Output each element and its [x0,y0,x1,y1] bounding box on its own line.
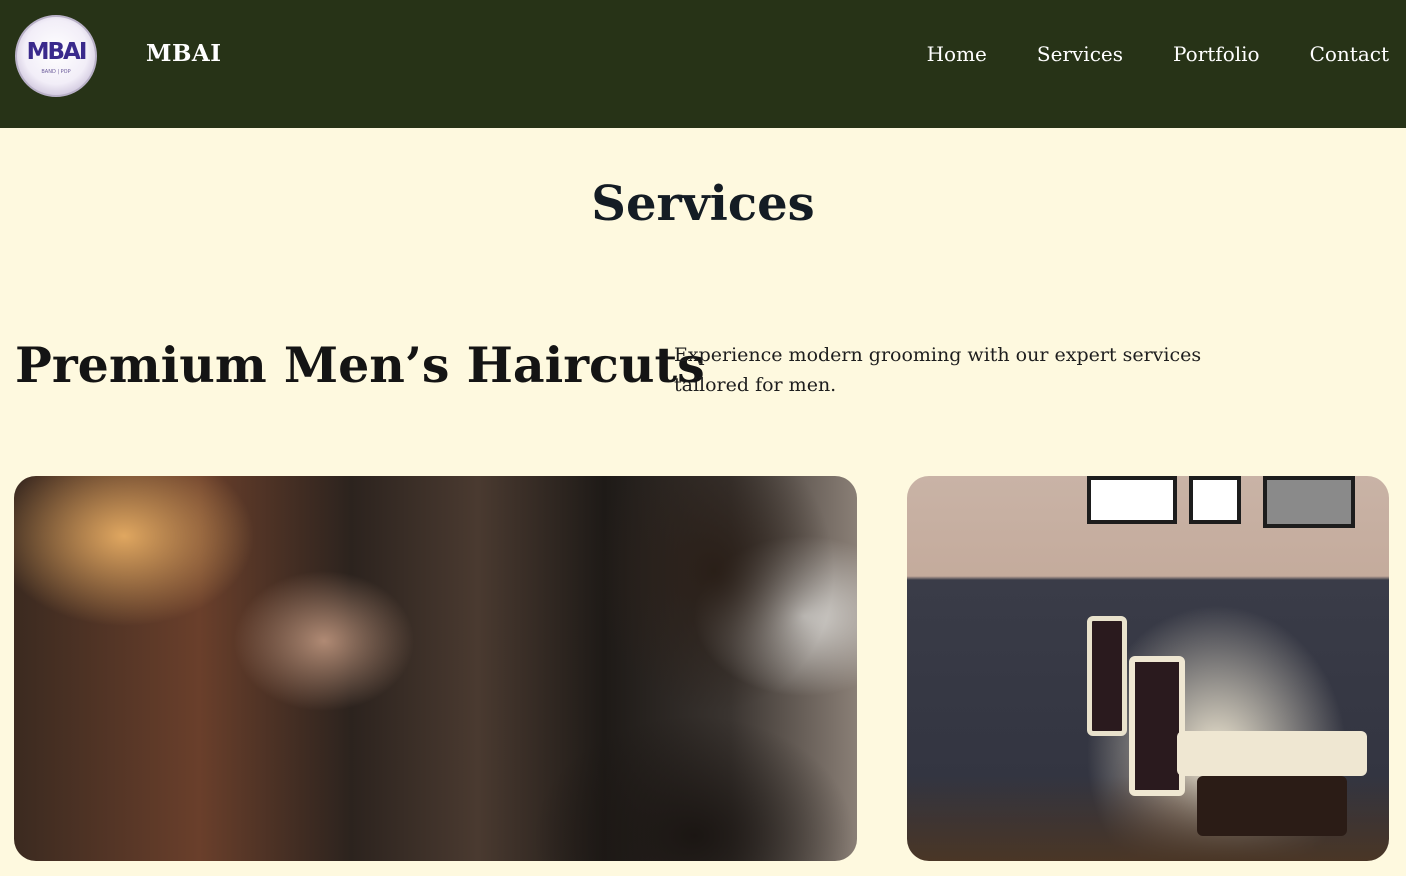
hero-heading: Premium Men’s Haircuts [15,336,705,394]
logo-subtext: BAND | POP [41,69,71,75]
logo[interactable]: MBAI BAND | POP [15,15,97,97]
logo-text: MBAI [26,39,88,65]
nav-services[interactable]: Services [1037,42,1123,66]
wall-frame [1189,476,1241,524]
hero-description: Experience modern grooming with our expe… [674,344,1202,396]
barber-chair-base [1197,776,1347,836]
wall-frame [1263,476,1355,528]
nav-contact[interactable]: Contact [1310,42,1389,66]
wall-frame [1087,476,1177,524]
nav-portfolio[interactable]: Portfolio [1173,42,1260,66]
main-nav: Home Services Portfolio Contact [927,42,1389,66]
barber-chairs-photo [907,476,1389,861]
nav-home[interactable]: Home [927,42,987,66]
barber-at-work-photo [14,476,857,861]
barber-chair [1129,656,1185,796]
barber-chair-seat [1177,731,1367,776]
page-title: Services [591,176,815,232]
barber-chair [1087,616,1127,736]
brand-name[interactable]: MBAI [146,40,222,67]
site-header: MBAI BAND | POP MBAI Home Services Portf… [0,0,1406,128]
